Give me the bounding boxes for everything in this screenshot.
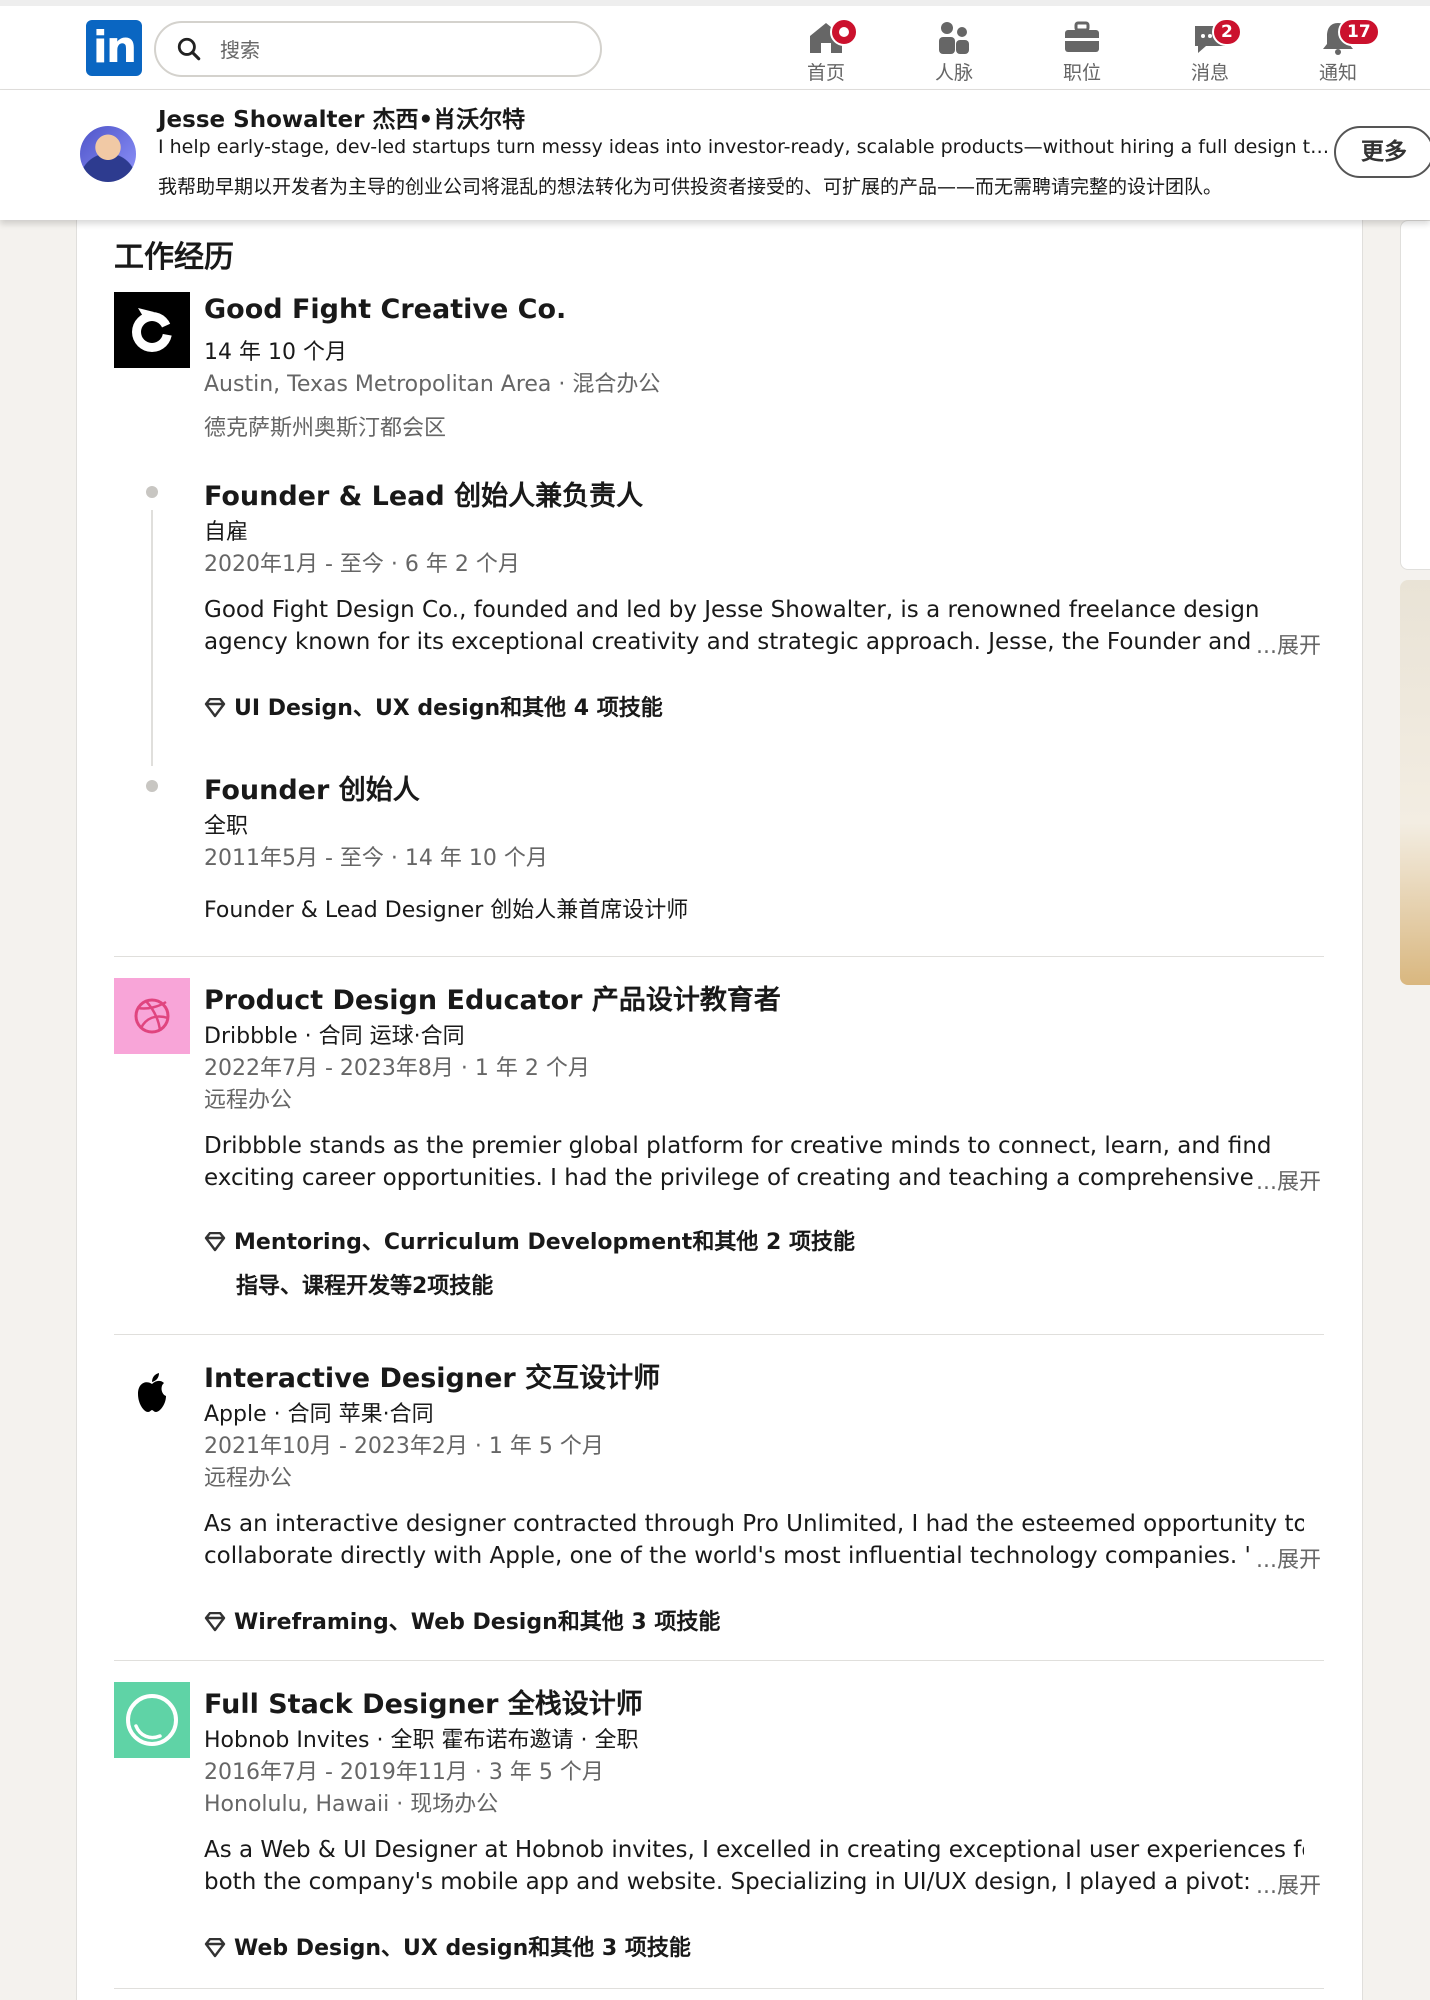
work-mode: 远程办公 — [204, 1088, 293, 1113]
role-description-line-1: Dribbble stands as the premier global pl… — [204, 1133, 1272, 1159]
dribbble-logo[interactable] — [114, 978, 190, 1054]
divider — [114, 956, 1324, 957]
nav-network[interactable]: 人脉 — [904, 16, 1004, 86]
nav-notifications[interactable]: 17 通知 — [1288, 16, 1388, 86]
home-notification-dot — [830, 18, 858, 46]
role-title[interactable]: Founder & Lead 创始人兼负责人 — [204, 474, 643, 513]
profile-headline: I help early-stage, dev-led startups tur… — [158, 136, 1336, 158]
role-dates: 2011年5月 - 至今 · 14 年 10 个月 — [204, 846, 548, 871]
avatar[interactable] — [80, 126, 136, 182]
company-line: Hobnob Invites · 全职 霍布诺布邀请 · 全职 — [204, 1728, 639, 1753]
search-input[interactable] — [220, 33, 580, 67]
role-dates: 2016年7月 - 2019年11月 · 3 年 5 个月 — [204, 1760, 604, 1785]
search-icon — [177, 37, 201, 61]
side-panel-card — [1400, 220, 1430, 570]
linkedin-logo[interactable]: in — [86, 20, 142, 76]
messaging-badge: 2 — [1212, 18, 1242, 46]
skills-text: Web Design、UX design和其他 3 项技能 — [234, 1936, 691, 1961]
diamond-icon — [204, 1611, 226, 1632]
expand-button[interactable]: ...展开 — [1256, 628, 1321, 660]
role-description: Founder & Lead Designer 创始人兼首席设计师 — [204, 898, 689, 923]
nav-messaging[interactable]: 2 消息 — [1160, 16, 1260, 86]
nav-home-label: 首页 — [806, 62, 845, 84]
profile-name: Jesse Showalter 杰西•肖沃尔特 — [158, 107, 526, 133]
nav-network-label: 人脉 — [934, 62, 973, 84]
top-navigation: in 首页 人脉 职位 2 消息 — [0, 0, 1430, 90]
expand-button[interactable]: ...展开 — [1256, 1542, 1321, 1574]
role-description-line-2: both the company's mobile app and websit… — [204, 1869, 1251, 1895]
notifications-badge: 17 — [1338, 18, 1380, 46]
role-title[interactable]: Product Design Educator 产品设计教育者 — [204, 978, 781, 1017]
diamond-icon — [204, 1937, 226, 1958]
timeline-dot — [146, 486, 158, 498]
work-mode: 远程办公 — [204, 1466, 293, 1491]
people-icon — [939, 22, 969, 54]
divider — [114, 1334, 1324, 1335]
role-dates: 2020年1月 - 至今 · 6 年 2 个月 — [204, 552, 520, 577]
company-line: Apple · 合同 苹果·合同 — [204, 1402, 434, 1427]
role-description: As an interactive designer contracted th… — [204, 1508, 1304, 1572]
skills-link[interactable]: UI Design、UX design和其他 4 项技能 — [204, 690, 663, 722]
role-description: Dribbble stands as the premier global pl… — [204, 1130, 1304, 1194]
nav-jobs-label: 职位 — [1062, 62, 1101, 84]
role-description-line-1: As a Web & UI Designer at Hobnob invites… — [204, 1837, 1304, 1863]
role-dates: 2021年10月 - 2023年2月 · 1 年 5 个月 — [204, 1434, 604, 1459]
good-fight-logo[interactable] — [114, 292, 190, 368]
role-description-line-1: Good Fight Design Co., founded and led b… — [204, 597, 1260, 623]
company-location: Honolulu, Hawaii · 现场办公 — [204, 1792, 499, 1817]
skills-text: Mentoring、Curriculum Development和其他 2 项技… — [234, 1230, 855, 1255]
nav-jobs[interactable]: 职位 — [1032, 16, 1132, 86]
hobnob-logo[interactable] — [114, 1682, 190, 1758]
timeline-line — [151, 510, 153, 766]
skills-link[interactable]: Web Design、UX design和其他 3 项技能 — [204, 1930, 691, 1962]
company-location-translation: 德克萨斯州奥斯汀都会区 — [204, 416, 447, 441]
profile-headline-translation: 我帮助早期以开发者为主导的创业公司将混乱的想法转化为可供投资者接受的、可扩展的产… — [158, 176, 1223, 198]
briefcase-icon — [1065, 21, 1099, 52]
role-title[interactable]: Full Stack Designer 全栈设计师 — [204, 1682, 643, 1721]
role-description-line-2: collaborate directly with Apple, one of … — [204, 1543, 1251, 1569]
role-title[interactable]: Founder 创始人 — [204, 768, 420, 807]
role-dates: 2022年7月 - 2023年8月 · 1 年 2 个月 — [204, 1056, 590, 1081]
company-name[interactable]: Good Fight Creative Co. — [204, 294, 566, 325]
role-description-line-2: exciting career opportunities. I had the… — [204, 1165, 1254, 1191]
role-description: Good Fight Design Co., founded and led b… — [204, 594, 1304, 658]
side-ad-image[interactable] — [1400, 580, 1430, 985]
expand-button[interactable]: ...展开 — [1256, 1868, 1321, 1900]
role-title[interactable]: Interactive Designer 交互设计师 — [204, 1356, 660, 1395]
section-title: 工作经历 — [114, 240, 234, 275]
more-button[interactable]: 更多 — [1334, 126, 1430, 178]
role-description-line-1: As an interactive designer contracted th… — [204, 1511, 1304, 1537]
skills-link[interactable]: Wireframing、Web Design和其他 3 项技能 — [204, 1604, 720, 1636]
skills-translation: 指导、课程开发等2项技能 — [236, 1274, 494, 1299]
role-type: 全职 — [204, 814, 249, 839]
skills-link[interactable]: Mentoring、Curriculum Development和其他 2 项技… — [204, 1224, 855, 1256]
skills-text: UI Design、UX design和其他 4 项技能 — [234, 696, 663, 721]
skills-text: Wireframing、Web Design和其他 3 项技能 — [234, 1610, 721, 1635]
search-box[interactable] — [154, 21, 602, 77]
apple-logo[interactable] — [114, 1356, 190, 1432]
company-line: Dribbble · 合同 运球·合同 — [204, 1024, 465, 1049]
diamond-icon — [204, 1231, 226, 1252]
nav-messaging-label: 消息 — [1190, 62, 1229, 84]
diamond-icon — [204, 697, 226, 718]
company-location: Austin, Texas Metropolitan Area · 混合办公 — [204, 372, 661, 397]
divider — [114, 1660, 1324, 1661]
role-type: 自雇 — [204, 520, 249, 545]
timeline-dot — [146, 780, 158, 792]
divider — [114, 1988, 1324, 1989]
expand-button[interactable]: ...展开 — [1256, 1164, 1321, 1196]
company-duration: 14 年 10 个月 — [204, 340, 347, 365]
nav-notifications-label: 通知 — [1318, 62, 1357, 84]
role-description-line-2: agency known for its exceptional creativ… — [204, 629, 1252, 655]
role-description: As a Web & UI Designer at Hobnob invites… — [204, 1834, 1304, 1898]
nav-home[interactable]: 首页 — [776, 16, 876, 86]
